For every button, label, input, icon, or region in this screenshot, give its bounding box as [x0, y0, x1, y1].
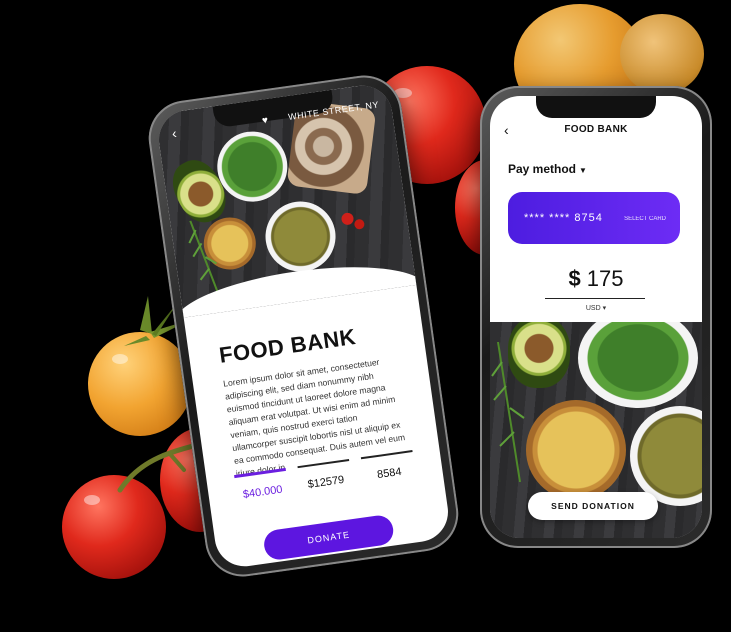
card-number: **** **** 8754 — [524, 212, 603, 224]
stat-value: $12579 — [306, 473, 346, 491]
page-title: FOOD BANK — [564, 124, 628, 135]
stat-value: $40.000 — [242, 483, 284, 501]
caret-down-icon: ▼ — [579, 166, 587, 175]
stat-donors[interactable]: 8584 — [360, 450, 416, 483]
pay-method-label: Pay method — [508, 162, 577, 176]
phone-notch — [536, 96, 656, 118]
stat-goal[interactable]: $12579 — [297, 458, 352, 492]
stat-raised[interactable]: $40.000 — [234, 467, 289, 502]
phone-screen-left: ‹ ♥ WHITE STREET, NY FOOD BANK Lorem ips… — [155, 81, 452, 571]
tomato-yellow-top-far — [620, 14, 704, 94]
currency-symbol: $ — [568, 266, 581, 291]
pay-method-dropdown[interactable]: Pay method ▼ — [508, 162, 587, 176]
donate-button[interactable]: DONATE — [262, 513, 396, 562]
phone-screen-right: ‹ FOOD BANK Pay method ▼ **** **** 8754 S… — [490, 96, 702, 538]
amount-value: 175 — [586, 266, 624, 291]
amount-underline — [545, 298, 645, 299]
caret-down-icon: ▾ — [602, 305, 607, 312]
back-arrow-icon[interactable]: ‹ — [171, 125, 178, 141]
heart-icon[interactable]: ♥ — [261, 115, 268, 127]
select-card-label[interactable]: SELECT CARD — [624, 216, 666, 222]
couscous-bowl-icon — [526, 400, 626, 500]
send-donation-button[interactable]: SEND DONATION — [528, 492, 658, 520]
stat-value: 8584 — [376, 465, 403, 482]
herbs-icon — [491, 342, 525, 482]
currency-label: USD — [585, 305, 601, 312]
donation-amount[interactable]: $175 — [490, 266, 702, 292]
payment-card[interactable]: **** **** 8754 SELECT CARD — [508, 192, 680, 244]
currency-select[interactable]: USD ▾ — [490, 304, 702, 312]
phone-payment: ‹ FOOD BANK Pay method ▼ **** **** 8754 S… — [480, 86, 712, 548]
food-image: SEND DONATION — [490, 322, 702, 538]
scene: ‹ ♥ WHITE STREET, NY FOOD BANK Lorem ips… — [0, 0, 731, 632]
